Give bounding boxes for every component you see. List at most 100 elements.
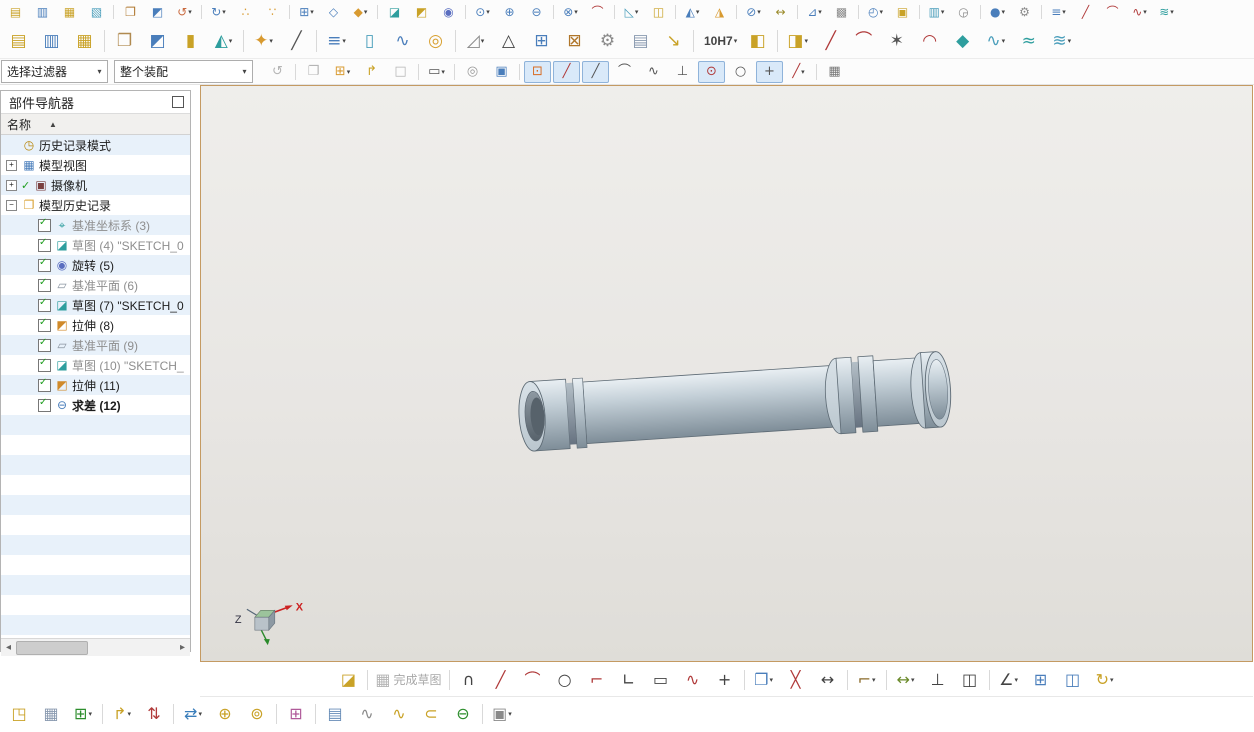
cube-b-button[interactable]: ◨ ▾ [782,27,813,56]
subtract-button[interactable]: ⊖ [524,2,549,22]
tree-item-model-history[interactable]: − ❐ 模型历史记录 [1,195,190,215]
helix-dropdown-caret[interactable]: ▾ [1002,37,1006,45]
clip-button[interactable]: ⊂ [416,700,446,728]
constraint-angle-dropdown-caret[interactable]: ▾ [1014,676,1018,684]
layer-sheet-2-button[interactable]: ▥ [36,27,67,56]
rapid-dimension-button[interactable]: ↔ ▾ [891,666,921,694]
layer-sheet-1-button[interactable]: ▤ [3,27,34,56]
shaft-model[interactable] [517,351,953,455]
tube-button[interactable]: ▯ [354,27,385,56]
profile-button[interactable]: ∩ [454,666,484,694]
selection-scope-combo[interactable]: 整个装配 ▾ [114,60,253,83]
shell-button[interactable]: ◫ [646,2,671,22]
rectangle-button[interactable]: ▭ [646,666,676,694]
snap-existing-point-button[interactable]: + [756,60,783,83]
reattach-button[interactable]: ↻ ▾ [1090,666,1120,694]
spring-button[interactable]: ∿ [387,27,418,56]
snap-knot-button[interactable]: ⌒ [611,61,638,83]
offset-curve-button[interactable]: ❐ ▾ [749,666,779,694]
coil-gray-button[interactable]: ∿ [352,700,382,728]
conic-button[interactable]: ◠ [914,27,945,56]
product-outline-button[interactable]: ▣ ▾ [487,700,517,728]
triangle-mesh-button[interactable]: △ [493,27,524,56]
visibility-checkbox[interactable]: ✓ [38,317,51,332]
render-style-button[interactable]: ● ▾ [985,2,1010,22]
snapshot-button[interactable]: ◶ [951,2,976,22]
forming-tool-button[interactable]: ⊠ [559,27,590,56]
cone-button[interactable]: ◭ ▾ [208,27,239,56]
marquee-select-button[interactable]: ▭ ▾ [423,61,450,83]
copy-button[interactable]: ❐ [118,2,143,22]
analysis-button[interactable]: ⊿ ▾ [802,2,827,22]
make-corner-button[interactable]: ⌐ ▾ [852,666,882,694]
redo-dropdown-caret[interactable]: ▾ [222,8,226,16]
snap-midpoint-button[interactable]: ╱ [582,60,609,83]
cube-b-dropdown-caret[interactable]: ▾ [804,37,808,45]
viewport-canvas[interactable]: X Z [201,86,1252,661]
journal-button[interactable]: ❐ [109,27,140,56]
selection-filter-combo[interactable]: 选择过滤器 ▾ [1,60,108,83]
line-button[interactable]: ╱ [486,666,516,694]
scrollbar-thumb[interactable] [16,640,88,655]
analysis-dropdown-caret[interactable]: ▾ [818,8,822,16]
tree-item-extrude-8[interactable]: ✓ ◩ 拉伸 (8) [1,315,190,335]
menu-list-dropdown-caret[interactable]: ▾ [1062,8,1066,16]
chamfer-sketch-button[interactable]: ∟ [614,666,644,694]
component-family-button[interactable]: ⊞ [281,700,311,728]
tree-item-revolve-5[interactable]: ✓ ◉ 旋转 (5) [1,255,190,275]
display-mode-button[interactable]: ◴ ▾ [863,2,888,22]
pattern-curve-button[interactable]: ⊞ [1026,666,1056,694]
pattern-grid-button[interactable]: ⊞ ▾ [294,2,319,22]
chamfer-button[interactable]: ◺ ▾ [619,2,644,22]
chevron-down-icon[interactable]: ▾ [237,61,252,82]
visibility-checkbox[interactable]: ✓ [38,337,51,352]
add-component-button[interactable]: ⊞ ▾ [68,700,98,728]
block-button[interactable]: ◩ [142,27,173,56]
gears-button[interactable]: ⚙ [592,27,623,56]
layout-button[interactable]: ▥ ▾ [924,2,949,22]
split-body-button[interactable]: ⊘ ▾ [741,2,766,22]
synchronous-modeling-dropdown-caret[interactable]: ▾ [342,37,346,45]
curve-spline-button[interactable]: ∿ ▾ [1127,2,1152,22]
name-column-header[interactable]: 名称 ▲ [1,113,190,135]
intersect-dropdown-caret[interactable]: ▾ [574,8,578,16]
rib-dropdown-caret[interactable]: ▾ [481,37,485,45]
arc-curve-button[interactable]: ⌒ [848,27,879,56]
panel-dock-button[interactable] [172,96,184,108]
revolve-button[interactable]: ◉ [436,2,461,22]
add-component-dropdown-caret[interactable]: ▾ [88,710,92,718]
pattern-feature-dropdown-caret[interactable]: ▾ [269,37,273,45]
tools-button[interactable]: ⚙ [1012,2,1037,22]
new-parent-dropdown-caret[interactable]: ▾ [127,710,131,718]
tree-item-model-views[interactable]: + ▦ 模型视图 [1,155,190,175]
visibility-checkbox[interactable]: ✓ [38,277,51,292]
mirror-curve-button[interactable]: ◫ [1058,666,1088,694]
delete-face-button[interactable]: ╱ [281,27,312,56]
collapse-icon[interactable]: − [6,199,17,211]
visibility-checkbox[interactable]: ✓ [38,217,51,232]
chamfer-dropdown-caret[interactable]: ▾ [635,8,639,16]
swoop-surface-dropdown-caret[interactable]: ▾ [1068,37,1072,45]
pattern-component-button[interactable]: ⊚ [242,700,272,728]
sketch-task-button[interactable]: ◪ [333,666,363,694]
surface-dropdown-caret[interactable]: ▾ [1170,8,1174,16]
snap-pole-button[interactable]: ∿ [640,61,667,83]
render-style-dropdown-caret[interactable]: ▾ [1001,8,1005,16]
snap-arc-center-button[interactable]: ⊙ [698,60,725,83]
notes-sheet-button[interactable]: ▤ [625,27,656,56]
rib-button[interactable]: ◿ ▾ [460,27,491,56]
curve-line-button[interactable]: ╱ [1073,2,1098,22]
arc-button[interactable]: ⌒ [518,666,548,694]
datum-axis-dropdown-caret[interactable]: ▾ [364,8,368,16]
reattach-dropdown-caret[interactable]: ▾ [1110,676,1114,684]
assembly-constraints-button[interactable]: ⇄ ▾ [178,700,208,728]
chevron-down-icon[interactable]: ▾ [92,61,107,82]
extrude-button[interactable]: ◩ [409,2,434,22]
rapid-dimension-dropdown-caret[interactable]: ▾ [911,676,915,684]
cone-dropdown-caret[interactable]: ▾ [229,37,233,45]
scroll-left-button[interactable]: ◂ [1,642,16,653]
cube-a-button[interactable]: ◧ [742,27,773,56]
cylinder-button[interactable]: ▮ [175,27,206,56]
offset-curve-dropdown-caret[interactable]: ▾ [769,676,773,684]
hole-button[interactable]: ⊙ ▾ [470,2,495,22]
